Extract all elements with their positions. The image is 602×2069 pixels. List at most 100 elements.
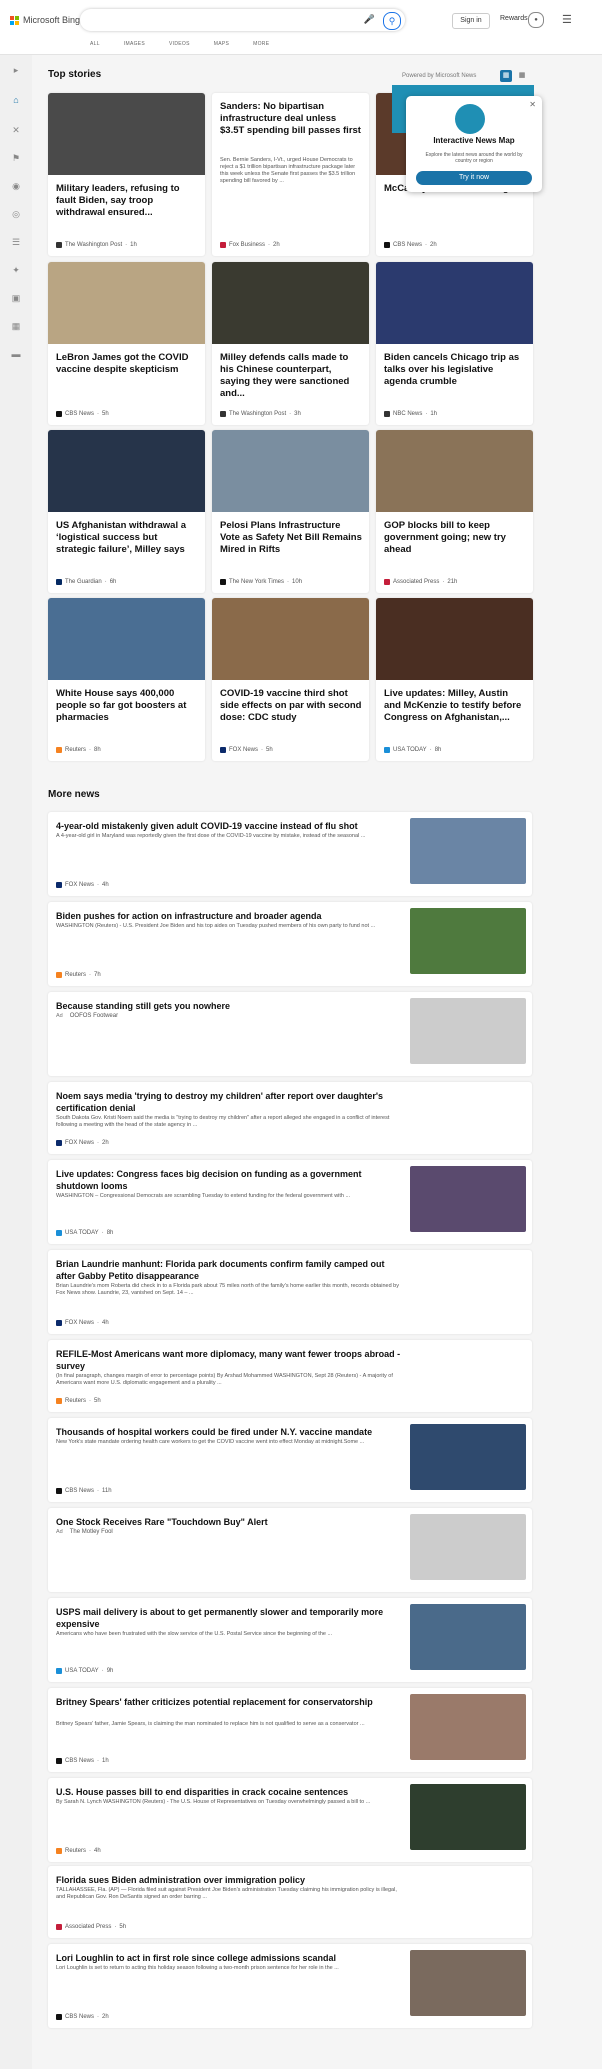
story-image[interactable] xyxy=(48,598,205,680)
story-title[interactable]: Milley defends calls made to his Chinese… xyxy=(220,352,362,400)
news-row[interactable]: Noem says media 'trying to destroy my ch… xyxy=(48,1082,532,1154)
news-title[interactable]: Biden pushes for action on infrastructur… xyxy=(56,910,401,922)
story-image[interactable] xyxy=(376,262,533,344)
news-title[interactable]: Britney Spears' father criticizes potent… xyxy=(56,1696,401,1708)
news-thumbnail[interactable] xyxy=(410,1694,526,1760)
story-image[interactable] xyxy=(48,93,205,175)
bing-logo[interactable]: Microsoft Bing xyxy=(10,15,80,25)
story-title[interactable]: Military leaders, refusing to fault Bide… xyxy=(56,183,198,219)
story-card[interactable]: GOP blocks bill to keep government going… xyxy=(376,430,533,593)
news-row[interactable]: Biden pushes for action on infrastructur… xyxy=(48,902,532,986)
close-icon[interactable]: ✕ xyxy=(529,100,536,109)
nav-more[interactable]: MORE xyxy=(253,41,269,47)
story-card[interactable]: COVID-19 vaccine third shot side effects… xyxy=(212,598,369,761)
news-title[interactable]: Noem says media 'trying to destroy my ch… xyxy=(56,1090,401,1114)
story-card[interactable]: White House says 400,000 people so far g… xyxy=(48,598,205,761)
story-title[interactable]: Sanders: No bipartisan infrastructure de… xyxy=(220,101,362,137)
story-title[interactable]: Pelosi Plans Infrastructure Vote as Safe… xyxy=(220,520,362,556)
news-thumbnail[interactable] xyxy=(410,1166,526,1232)
search-input[interactable]: 🎤 ⚲ xyxy=(80,9,405,31)
story-card[interactable]: Live updates: Milley, Austin and McKenzi… xyxy=(376,598,533,761)
story-image[interactable] xyxy=(212,430,369,512)
story-card[interactable]: US Afghanistan withdrawal a ‘logistical … xyxy=(48,430,205,593)
science-icon[interactable]: ✦ xyxy=(10,265,22,277)
entertainment-icon[interactable]: ▣ xyxy=(10,293,22,305)
news-row[interactable]: Brian Laundrie manhunt: Florida park doc… xyxy=(48,1250,532,1334)
story-title[interactable]: White House says 400,000 people so far g… xyxy=(56,688,198,724)
nav-images[interactable]: IMAGES xyxy=(124,41,145,47)
story-title[interactable]: GOP blocks bill to keep government going… xyxy=(384,520,526,556)
news-row[interactable]: One Stock Receives Rare "Touchdown Buy" … xyxy=(48,1508,532,1592)
news-title[interactable]: 4-year-old mistakenly given adult COVID-… xyxy=(56,820,401,832)
story-title[interactable]: US Afghanistan withdrawal a ‘logistical … xyxy=(56,520,198,556)
story-image[interactable] xyxy=(212,262,369,344)
flag-icon[interactable]: ⚑ xyxy=(10,153,22,165)
globe-icon[interactable]: ◎ xyxy=(10,209,22,221)
nav-all[interactable]: ALL xyxy=(90,41,100,47)
nav-maps[interactable]: MAPS xyxy=(214,41,229,47)
map-view-icon[interactable]: ▦ xyxy=(516,70,528,82)
search-icon[interactable]: ⚲ xyxy=(383,12,401,30)
news-row[interactable]: REFILE-Most Americans want more diplomac… xyxy=(48,1340,532,1412)
news-thumbnail[interactable] xyxy=(410,818,526,884)
news-thumbnail[interactable] xyxy=(410,1424,526,1490)
news-row[interactable]: Britney Spears' father criticizes potent… xyxy=(48,1688,532,1772)
news-title[interactable]: Because standing still gets you nowhere xyxy=(56,1000,401,1012)
story-card[interactable]: Milley defends calls made to his Chinese… xyxy=(212,262,369,425)
story-card[interactable]: LeBron James got the COVID vaccine despi… xyxy=(48,262,205,425)
news-thumbnail[interactable] xyxy=(410,908,526,974)
rewards-icon[interactable]: ● xyxy=(528,12,544,28)
story-image[interactable] xyxy=(212,598,369,680)
news-title[interactable]: REFILE-Most Americans want more diplomac… xyxy=(56,1348,401,1372)
news-title[interactable]: USPS mail delivery is about to get perma… xyxy=(56,1606,401,1630)
news-row[interactable]: 4-year-old mistakenly given adult COVID-… xyxy=(48,812,532,896)
news-title[interactable]: Thousands of hospital workers could be f… xyxy=(56,1426,401,1438)
news-thumbnail[interactable] xyxy=(410,1950,526,2016)
news-title[interactable]: One Stock Receives Rare "Touchdown Buy" … xyxy=(56,1516,401,1528)
news-row[interactable]: Live updates: Congress faces big decisio… xyxy=(48,1160,532,1244)
news-description: Lori Loughlin is set to return to acting… xyxy=(56,1965,339,1971)
story-image[interactable] xyxy=(48,262,205,344)
nav-videos[interactable]: VIDEOS xyxy=(169,41,190,47)
expand-icon[interactable]: ▸ xyxy=(10,65,22,77)
story-card[interactable]: Pelosi Plans Infrastructure Vote as Safe… xyxy=(212,430,369,593)
news-title[interactable]: Lori Loughlin to act in first role since… xyxy=(56,1952,401,1964)
news-row[interactable]: USPS mail delivery is about to get perma… xyxy=(48,1598,532,1682)
story-image[interactable] xyxy=(48,430,205,512)
news-row[interactable]: Lori Loughlin to act in first role since… xyxy=(48,1944,532,2028)
news-title[interactable]: Florida sues Biden administration over i… xyxy=(56,1874,401,1886)
news-thumbnail[interactable] xyxy=(410,1784,526,1850)
news-time: 2h xyxy=(102,2014,109,2020)
news-title[interactable]: Brian Laundrie manhunt: Florida park doc… xyxy=(56,1258,401,1282)
news-thumbnail[interactable] xyxy=(410,1604,526,1670)
news-title[interactable]: U.S. House passes bill to end disparitie… xyxy=(56,1786,401,1798)
ad-image[interactable] xyxy=(410,998,526,1064)
story-title[interactable]: Biden cancels Chicago trip as talks over… xyxy=(384,352,526,388)
building-icon[interactable]: ▦ xyxy=(10,321,22,333)
money-icon[interactable]: ▬ xyxy=(10,349,22,361)
news-row[interactable]: Florida sues Biden administration over i… xyxy=(48,1866,532,1938)
news-row[interactable]: Because standing still gets you nowhere A… xyxy=(48,992,532,1076)
microphone-icon[interactable]: 🎤 xyxy=(364,14,375,25)
story-image[interactable] xyxy=(376,430,533,512)
story-card[interactable]: Sanders: No bipartisan infrastructure de… xyxy=(212,93,369,256)
story-title[interactable]: COVID-19 vaccine third shot side effects… xyxy=(220,688,362,724)
grid-view-icon[interactable]: ▦ xyxy=(500,70,512,82)
news-title[interactable]: Live updates: Congress faces big decisio… xyxy=(56,1168,401,1192)
politics-icon[interactable]: ☰ xyxy=(10,237,22,249)
hamburger-menu-icon[interactable]: ☰ xyxy=(562,13,572,26)
ad-image[interactable] xyxy=(410,1514,526,1580)
story-image[interactable] xyxy=(376,598,533,680)
rewards-label[interactable]: Rewards xyxy=(500,15,528,22)
story-title[interactable]: LeBron James got the COVID vaccine despi… xyxy=(56,352,198,376)
news-row[interactable]: U.S. House passes bill to end disparitie… xyxy=(48,1778,532,1862)
story-title[interactable]: Live updates: Milley, Austin and McKenzi… xyxy=(384,688,526,724)
location-icon[interactable]: ◉ xyxy=(10,181,22,193)
coronavirus-icon[interactable]: ✕ xyxy=(10,125,22,137)
sign-in-button[interactable]: Sign in xyxy=(452,13,490,29)
home-icon[interactable]: ⌂ xyxy=(10,95,22,107)
story-card[interactable]: Military leaders, refusing to fault Bide… xyxy=(48,93,205,256)
news-row[interactable]: Thousands of hospital workers could be f… xyxy=(48,1418,532,1502)
story-card[interactable]: Biden cancels Chicago trip as talks over… xyxy=(376,262,533,425)
try-it-now-button[interactable]: Try it now xyxy=(416,171,532,185)
